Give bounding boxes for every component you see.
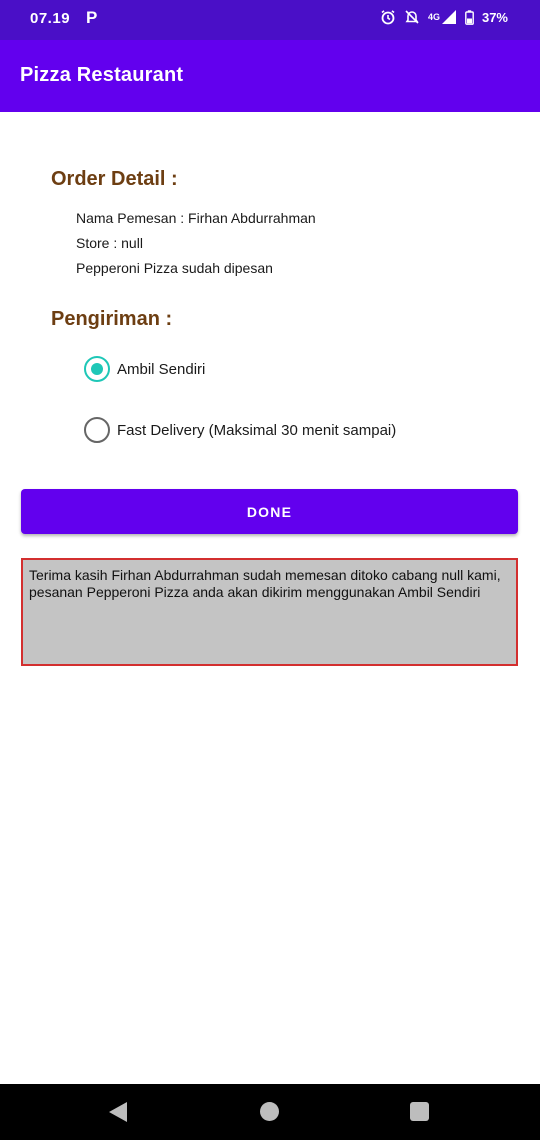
status-time: 07.19 xyxy=(30,10,71,27)
navigation-bar xyxy=(0,1084,540,1140)
home-icon[interactable] xyxy=(260,1102,279,1121)
fast-delivery-label[interactable]: Fast Delivery (Maksimal 30 menit sampai) xyxy=(117,422,396,439)
done-button[interactable]: DONE xyxy=(21,489,518,534)
back-icon[interactable] xyxy=(108,1101,128,1128)
mute-icon xyxy=(404,9,420,25)
recent-apps-icon[interactable] xyxy=(410,1102,429,1121)
confirmation-message: Terima kasih Firhan Abdurrahman sudah me… xyxy=(21,558,518,666)
order-detail-heading: Order Detail : xyxy=(51,168,178,190)
status-bar: 07.19 P 4G 37% xyxy=(0,0,540,40)
fast-delivery-radio[interactable] xyxy=(84,417,110,443)
battery-percent: 37% xyxy=(481,9,508,25)
order-item-text: Pepperoni Pizza sudah dipesan xyxy=(76,260,273,276)
app-bar: Pizza Restaurant xyxy=(0,40,540,112)
delivery-heading: Pengiriman : xyxy=(51,308,173,330)
pickup-label[interactable]: Ambil Sendiri xyxy=(117,361,205,378)
network-icon: 4G xyxy=(428,9,457,25)
customer-name-text: Nama Pemesan : Firhan Abdurrahman xyxy=(76,210,316,226)
alarm-icon xyxy=(380,9,396,25)
network-label: 4G xyxy=(427,12,440,22)
battery-icon xyxy=(465,9,474,25)
app-title: Pizza Restaurant xyxy=(20,64,184,86)
notification-app-icon: P xyxy=(86,8,98,27)
store-text: Store : null xyxy=(76,235,143,251)
status-icons: 4G 37% xyxy=(380,9,508,25)
pickup-radio[interactable] xyxy=(84,356,110,382)
